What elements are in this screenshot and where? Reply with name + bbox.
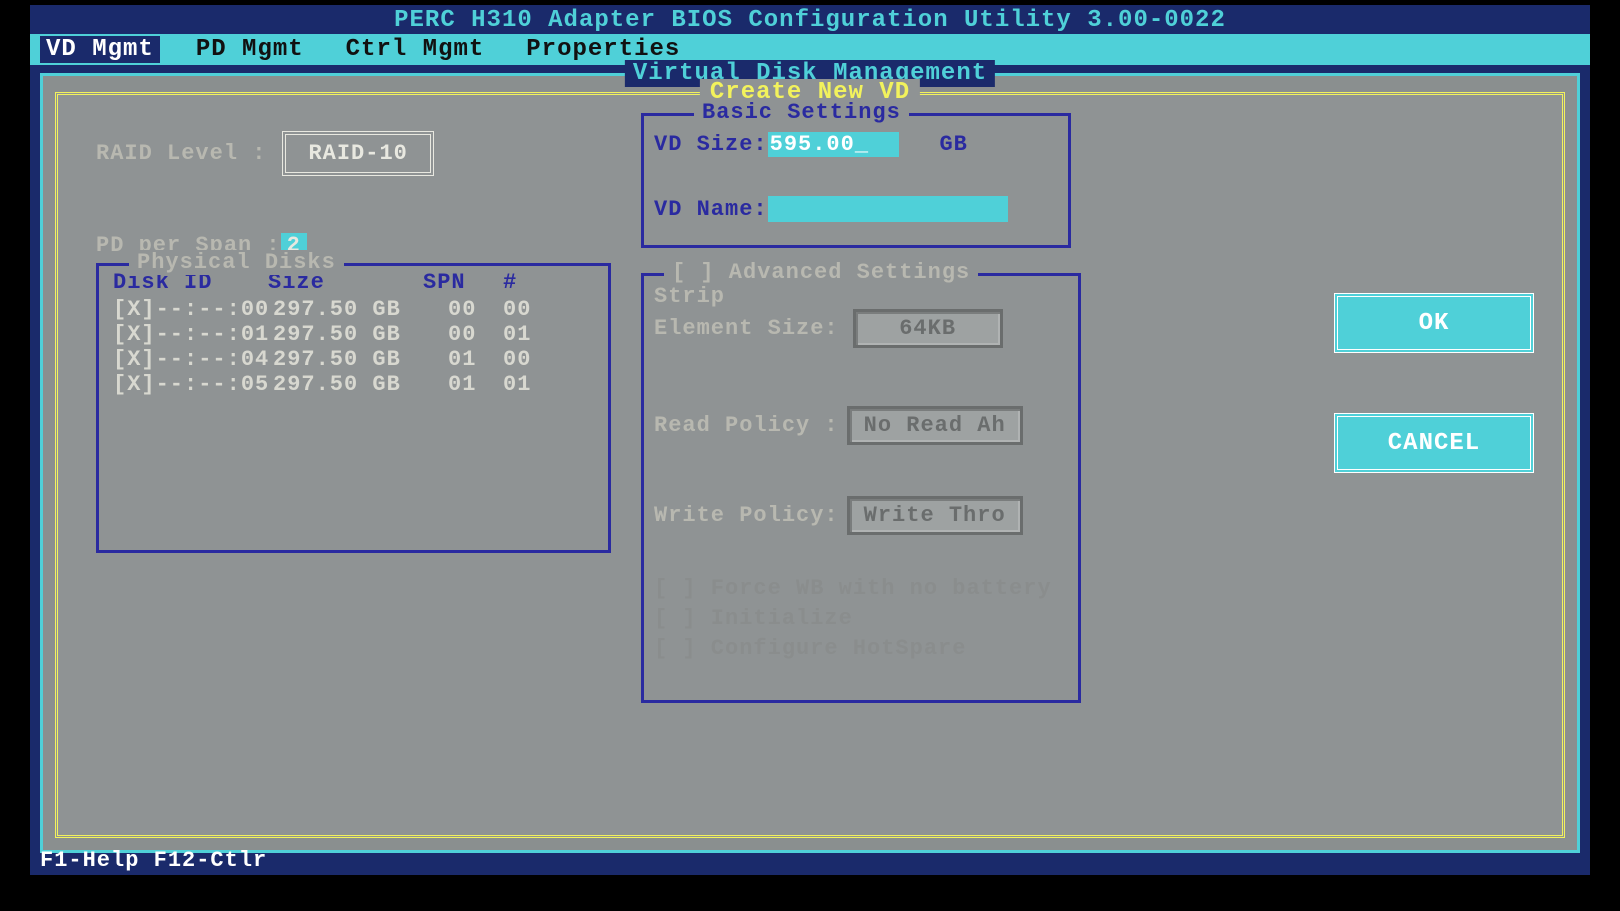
strip-label-2: Element Size: — [654, 316, 839, 341]
col-num: # — [503, 270, 543, 295]
strip-label-1: Strip — [654, 284, 725, 309]
help-hint: F1-Help F12-Ctlr — [40, 848, 267, 873]
create-vd-frame: Create New VD RAID Level : RAID-10 PD pe… — [55, 92, 1565, 838]
ok-button[interactable]: OK — [1334, 293, 1534, 353]
check-force-wb[interactable]: [ ] Force WB with no battery — [654, 576, 1052, 601]
vd-name-input[interactable] — [768, 196, 1008, 222]
read-policy-select[interactable]: No Read Ah — [847, 406, 1023, 445]
col-spn: SPN — [423, 270, 503, 295]
physical-disks-box: Physical Disks Disk ID Size SPN # [X]--:… — [96, 263, 611, 553]
app-title: PERC H310 Adapter BIOS Configuration Uti… — [30, 5, 1590, 34]
physical-disks-title: Physical Disks — [129, 250, 344, 275]
disk-row[interactable]: [X]--:--:04297.50 GB0100 — [99, 347, 608, 372]
read-policy-label: Read Policy : — [654, 413, 839, 438]
vd-management-frame: Virtual Disk Management Create New VD RA… — [40, 73, 1580, 853]
raid-level-label: RAID Level : — [96, 141, 266, 166]
check-initialize[interactable]: [ ] Initialize — [654, 606, 853, 631]
vd-size-label: VD Size: — [654, 132, 768, 157]
write-policy-label: Write Policy: — [654, 503, 839, 528]
menu-pd-mgmt[interactable]: PD Mgmt — [190, 36, 310, 63]
advanced-settings-title[interactable]: [ ] Advanced Settings — [664, 260, 978, 285]
write-policy-select[interactable]: Write Thro — [847, 496, 1023, 535]
disk-row[interactable]: [X]--:--:00297.50 GB0000 — [99, 297, 608, 322]
cancel-button[interactable]: CANCEL — [1334, 413, 1534, 473]
basic-settings-title: Basic Settings — [694, 100, 909, 125]
raid-level-select[interactable]: RAID-10 — [282, 131, 433, 176]
disk-row[interactable]: [X]--:--:05297.50 GB0101 — [99, 372, 608, 397]
vd-size-unit: GB — [939, 132, 967, 157]
check-hotspare[interactable]: [ ] Configure HotSpare — [654, 636, 966, 661]
disk-row[interactable]: [X]--:--:01297.50 GB0001 — [99, 322, 608, 347]
vd-size-input[interactable]: 595.00_ — [768, 132, 900, 157]
vd-name-label: VD Name: — [654, 197, 768, 222]
menu-vd-mgmt[interactable]: VD Mgmt — [40, 36, 160, 63]
strip-size-select[interactable]: 64KB — [853, 309, 1003, 348]
basic-settings-box: Basic Settings VD Size: 595.00_ GB VD Na… — [641, 113, 1071, 248]
menu-ctrl-mgmt[interactable]: Ctrl Mgmt — [340, 36, 491, 63]
advanced-settings-box: [ ] Advanced Settings Strip Element Size… — [641, 273, 1081, 703]
menu-properties[interactable]: Properties — [520, 36, 686, 63]
